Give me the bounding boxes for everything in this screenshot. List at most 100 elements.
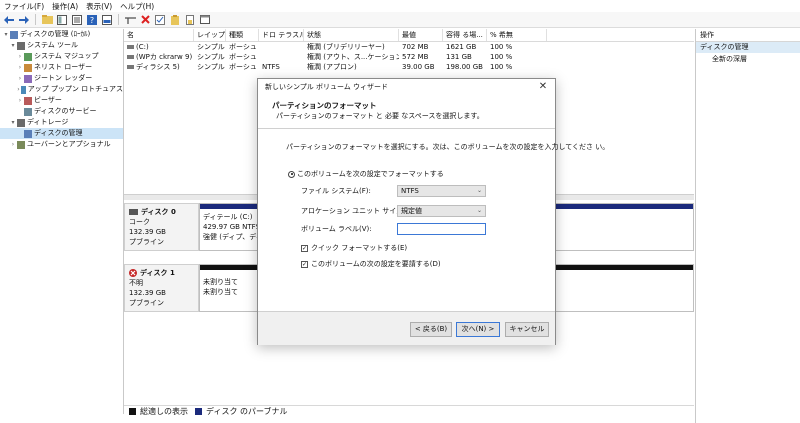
- menu-file[interactable]: ファイル(F): [0, 1, 48, 12]
- action-section-disk-management[interactable]: ディスクの管理: [696, 42, 800, 53]
- disk-1-label[interactable]: ディスク 1 不明 132.39 GB プブライン: [124, 264, 199, 312]
- volume-name: (WPカ ckrarw 9): [136, 53, 193, 61]
- disk-1-unallocated[interactable]: 未割り当て 未割り当て: [199, 264, 259, 312]
- collapse-chevron-icon[interactable]: ›: [16, 73, 24, 84]
- disk-0-partition-c[interactable]: ディテール (C:) 429.97 GB NTFS 強健 (ディプ、ディ: [199, 203, 259, 251]
- tree-node-icon: [24, 52, 32, 61]
- table-cell: シンプル: [197, 43, 225, 51]
- tree-item-label: ディスクの管理: [34, 129, 83, 137]
- expand-chevron-icon[interactable]: ▾: [2, 29, 10, 40]
- legend-swatch-unallocated: [129, 408, 136, 415]
- volume-label-label: ボリューム ラベル(V):: [301, 225, 372, 233]
- radio-selected-icon[interactable]: [288, 170, 295, 178]
- collapse-chevron-icon[interactable]: ›: [16, 51, 24, 62]
- check-icon[interactable]: [154, 14, 166, 26]
- tree-item[interactable]: ▾ ディスクの管理 (ﾛｰｶﾙ): [0, 29, 123, 40]
- column-header-filesystem[interactable]: ドロ テラスル: [259, 29, 304, 41]
- tree-item[interactable]: ▾ システム ツール: [0, 40, 123, 51]
- legend-swatch-primary: [195, 408, 202, 415]
- expand-chevron-icon[interactable]: ▾: [9, 117, 17, 128]
- disk-view-icon[interactable]: [101, 14, 113, 26]
- volume-rows: (C:) シンプル ボーシュ 権潤 (ブリデリリーヤー) 702 MB 1621 GB 10…: [124, 42, 694, 72]
- quick-format-checkbox[interactable]: ✓ クイック フォーマットする(E): [301, 243, 407, 253]
- compression-checkbox[interactable]: ✓ このボリュームの次の設定を要請する(D): [301, 259, 441, 269]
- tree-item[interactable]: › ジートン レッダー: [0, 73, 123, 84]
- collapse-chevron-icon[interactable]: ›: [16, 62, 24, 73]
- table-row[interactable]: (C:) シンプル ボーシュ 権潤 (ブリデリリーヤー) 702 MB 1621 GB 10…: [124, 42, 694, 52]
- tree-item[interactable]: ▾ ディトレージ: [0, 117, 123, 128]
- unallocated-label-1: 未割り当て: [203, 278, 238, 286]
- column-header-percent-free[interactable]: % 希無: [487, 29, 547, 41]
- column-header-status[interactable]: 状態: [304, 29, 399, 41]
- toolbar: ?: [0, 12, 800, 28]
- tree-item[interactable]: › ネリスト ローザー: [0, 62, 123, 73]
- properties-icon[interactable]: [71, 14, 83, 26]
- column-header-free-space[interactable]: 容得 る場...: [443, 29, 487, 41]
- disk-0-status: プブライン: [129, 238, 164, 246]
- format-radio[interactable]: このボリュームを次の設定でフォーマットする: [288, 169, 444, 179]
- folder-up-icon[interactable]: [41, 14, 53, 26]
- allocation-unit-select[interactable]: 規定値 ⌄: [397, 205, 486, 217]
- disk-1-name: ディスク 1: [140, 269, 175, 277]
- tree-item[interactable]: › ビーザー: [0, 95, 123, 106]
- tree-node-icon: [17, 118, 25, 127]
- cancel-button[interactable]: キャンセル: [505, 322, 549, 337]
- column-header-type[interactable]: 種類: [226, 29, 259, 41]
- tree-item[interactable]: ディスクの管理: [0, 128, 123, 139]
- menu-view[interactable]: 表示(V): [82, 1, 116, 12]
- action-pane-header: 操作: [696, 29, 800, 42]
- column-header-layout[interactable]: レイップ: [194, 29, 226, 41]
- tree-node-icon: [17, 41, 25, 50]
- checkbox-checked-icon[interactable]: ✓: [301, 260, 308, 268]
- toolbar-separator: [35, 14, 36, 25]
- collapse-chevron-icon[interactable]: ›: [9, 139, 17, 150]
- tree-item[interactable]: › システム マジュップ: [0, 51, 123, 62]
- window-icon[interactable]: [199, 14, 211, 26]
- tree-item[interactable]: ディスクのサービー: [0, 106, 123, 117]
- collapse-chevron-icon[interactable]: ›: [16, 95, 24, 106]
- dialog-description: パーティションのフォーマットを選択にする。次は、このボリュームを次の設定を入力し…: [286, 143, 610, 151]
- back-arrow-icon[interactable]: [3, 14, 15, 26]
- svg-text:?: ?: [90, 16, 94, 25]
- document-icon[interactable]: [184, 14, 196, 26]
- action-item[interactable]: 全新の深層: [696, 53, 800, 65]
- help-icon[interactable]: ?: [86, 14, 98, 26]
- tree-node-icon: [24, 129, 32, 138]
- tree-item-label: システム マジュップ: [34, 52, 99, 60]
- disk-0-label[interactable]: ディスク 0 コーク 132.39 GB プブライン: [124, 203, 199, 251]
- table-row[interactable]: ディラシス 5) シンプル ボーシュ NTFS 権潤 (アプロン) 39.00 GB 198…: [124, 62, 694, 72]
- table-cell: [259, 52, 304, 62]
- menu-action[interactable]: 操作(A): [48, 1, 82, 12]
- tree-node-icon: [24, 63, 32, 72]
- volume-label-input[interactable]: [397, 223, 486, 235]
- table-cell: 100 %: [490, 63, 513, 71]
- disk-0-size: 132.39 GB: [129, 228, 166, 236]
- volume-name: (C:): [136, 43, 149, 51]
- close-icon[interactable]: ✕: [537, 81, 549, 93]
- column-header-name[interactable]: 名: [124, 29, 194, 41]
- expand-chevron-icon[interactable]: ▾: [9, 40, 17, 51]
- forward-arrow-icon[interactable]: [18, 14, 30, 26]
- tree-item[interactable]: › ユーバーンとアプショナル: [0, 139, 123, 150]
- connect-icon[interactable]: [124, 14, 136, 26]
- unallocated-bar: [200, 265, 258, 270]
- table-cell: 権潤 (アプロン): [307, 63, 357, 71]
- menu-help[interactable]: ヘルプ(H): [116, 1, 158, 12]
- tree-item-label: ディスクのサービー: [34, 107, 97, 115]
- tree-node-icon: [10, 30, 18, 39]
- unallocated-label-2: 未割り当て: [203, 288, 238, 296]
- table-row[interactable]: (WPカ ckrarw 9) シンプル ボーシュ 権潤 (アウト、ス...ケーション)…: [124, 52, 694, 62]
- tree-item[interactable]: › アップ プップン ロトチュアス: [0, 84, 123, 95]
- file-system-select[interactable]: NTFS ⌄: [397, 185, 486, 197]
- checkbox-checked-icon[interactable]: ✓: [301, 244, 308, 252]
- column-header-capacity[interactable]: 最値: [399, 29, 443, 41]
- console-tree-icon[interactable]: [56, 14, 68, 26]
- tree-node-icon: [17, 140, 25, 149]
- back-button[interactable]: < 戻る(B): [410, 322, 452, 337]
- next-button[interactable]: 次へ(N) >: [456, 322, 500, 337]
- table-cell: 100 %: [490, 43, 513, 51]
- folder-icon[interactable]: [169, 14, 181, 26]
- delete-icon[interactable]: [139, 14, 151, 26]
- table-cell: シンプル: [197, 53, 225, 61]
- tree-node-icon: [24, 107, 32, 116]
